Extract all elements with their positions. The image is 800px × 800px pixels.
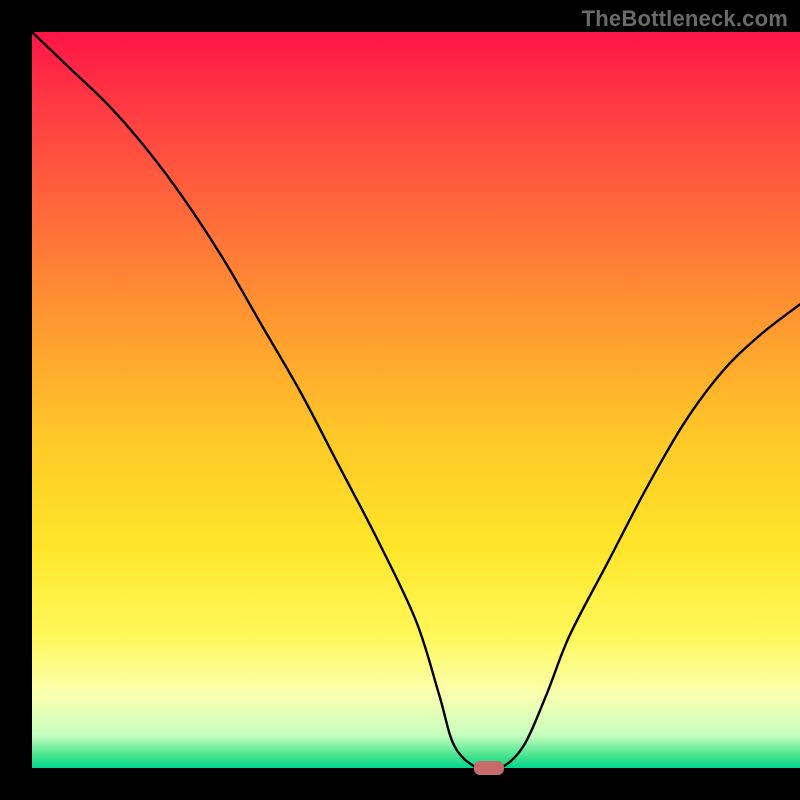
optimum-marker	[474, 761, 504, 775]
bottleneck-chart: TheBottleneck.com	[0, 0, 800, 800]
watermark-label: TheBottleneck.com	[582, 6, 788, 32]
chart-plot-area	[32, 32, 800, 768]
chart-svg	[0, 0, 800, 800]
